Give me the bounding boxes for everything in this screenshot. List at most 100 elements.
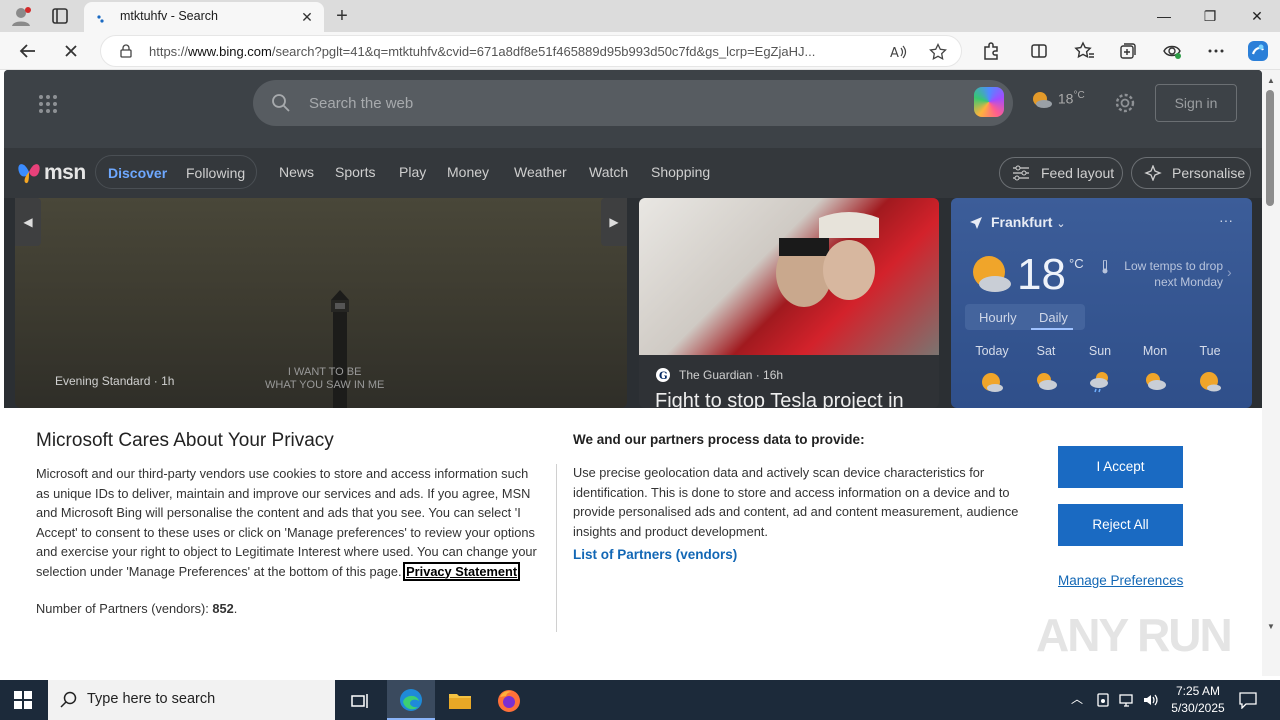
privacy-body-text: Microsoft and our third-party vendors us… [36, 466, 537, 579]
news-image [639, 198, 939, 355]
scroll-up-icon[interactable]: ▲ [1267, 76, 1275, 85]
thermometer-icon [1102, 260, 1108, 274]
personalise-button[interactable]: Personalise [1131, 157, 1251, 189]
card-headline[interactable]: Fight to stop Tesla project in [655, 390, 904, 408]
card-source[interactable]: The Guardian · 16h [679, 368, 783, 382]
split-screen-icon[interactable] [1026, 38, 1052, 64]
copilot-icon[interactable] [1245, 38, 1271, 64]
taskbar-clock[interactable]: 7:25 AM 5/30/2025 [1165, 683, 1231, 717]
accept-button[interactable]: I Accept [1058, 446, 1183, 488]
tab-following[interactable]: Following [186, 165, 245, 181]
device-icon[interactable] [1095, 692, 1111, 708]
rain-cloud-icon [1090, 372, 1108, 393]
page-scrollbar[interactable]: ▲ ▼ [1262, 70, 1280, 676]
notifications-icon[interactable] [1238, 691, 1258, 710]
svg-text:A: A [890, 46, 899, 61]
msn-butterfly-icon [18, 164, 40, 184]
feed-layout-button[interactable]: Feed layout [999, 157, 1123, 189]
windows-taskbar: Type here to search ︿ 7:25 AM 5/30/2025 [0, 680, 1280, 720]
nav-watch[interactable]: Watch [589, 164, 628, 180]
collections-icon[interactable] [1115, 38, 1141, 64]
svg-text:G: G [659, 371, 668, 382]
nav-weather[interactable]: Weather [514, 164, 567, 180]
tab-actions-icon[interactable] [48, 6, 72, 26]
nav-money[interactable]: Money [447, 164, 489, 180]
favorites-icon[interactable] [1071, 38, 1097, 64]
scrollbar-thumb[interactable] [1266, 90, 1274, 206]
url-text[interactable]: https://www.bing.com/search?pglt=41&q=mt… [149, 44, 879, 59]
sparkle-icon [1144, 165, 1162, 181]
extensions-icon[interactable] [978, 38, 1004, 64]
browser-tab-strip: mtktuhfv - Search ✕ + — ❐ ✕ [0, 0, 1280, 32]
privacy-statement-link[interactable]: Privacy Statement [403, 561, 521, 581]
read-aloud-icon[interactable]: A [889, 43, 907, 61]
reject-all-button[interactable]: Reject All [1058, 504, 1183, 546]
weather-city[interactable]: Frankfurt ⌄ [991, 214, 1066, 230]
taskbar-search[interactable]: Type here to search [48, 680, 335, 720]
hero-news-card[interactable]: I WANT TO BE WHAT YOU SAW IN ME Evening S… [15, 198, 627, 408]
weather-alert[interactable]: Low temps to drop next Monday [1115, 258, 1223, 290]
settings-gear-icon[interactable] [1114, 92, 1136, 114]
carousel-next-button[interactable]: ▶ [601, 198, 627, 246]
forecast-day-label: Today [975, 344, 1009, 358]
firefox-icon[interactable] [496, 688, 522, 714]
manage-preferences-link[interactable]: Manage Preferences [1058, 573, 1183, 588]
windows-start-icon[interactable] [14, 691, 32, 709]
task-view-icon[interactable] [347, 688, 373, 714]
sign-in-button[interactable]: Sign in [1155, 84, 1237, 122]
guardian-news-card[interactable]: G The Guardian · 16h Fight to stop Tesla… [639, 198, 939, 408]
lock-icon[interactable] [119, 44, 133, 58]
browser-essentials-icon[interactable] [1159, 38, 1185, 64]
back-icon[interactable] [15, 38, 41, 64]
scroll-down-icon[interactable]: ▼ [1267, 622, 1275, 631]
hero-source[interactable]: Evening Standard · 1h [55, 374, 174, 388]
more-menu-icon[interactable] [1203, 38, 1229, 64]
search-box[interactable]: Search the web [253, 80, 1013, 126]
nav-shopping[interactable]: Shopping [651, 164, 710, 180]
header-weather[interactable]: 18°C [1030, 90, 1085, 110]
search-placeholder[interactable]: Search the web [309, 95, 413, 112]
msn-logo[interactable]: msn [16, 158, 96, 186]
close-window-button[interactable]: ✕ [1234, 0, 1280, 32]
weather-more-icon[interactable]: ··· [1219, 212, 1233, 228]
edge-icon [400, 689, 422, 711]
tab-title: mtktuhfv - Search [120, 9, 218, 23]
tab-daily[interactable]: Daily [1039, 310, 1068, 325]
copilot-logo-icon[interactable] [974, 87, 1004, 117]
header-temp-unit: °C [1073, 90, 1085, 101]
favorite-star-icon[interactable] [929, 42, 947, 61]
weather-next-icon[interactable]: › [1227, 264, 1232, 280]
nav-news[interactable]: News [279, 164, 314, 180]
vendors-list-link[interactable]: List of Partners (vendors) [573, 547, 737, 562]
city-chevron-icon: ⌄ [1056, 218, 1066, 230]
address-bar[interactable]: https://www.bing.com/search?pglt=41&q=mt… [100, 35, 962, 67]
location-arrow-icon [970, 217, 982, 229]
stop-loading-icon[interactable] [58, 38, 84, 64]
restore-button[interactable]: ❐ [1187, 0, 1233, 32]
privacy-title: Microsoft Cares About Your Privacy [36, 430, 334, 451]
file-explorer-icon[interactable] [447, 688, 473, 714]
personalise-label: Personalise [1172, 165, 1246, 181]
new-tab-button[interactable]: + [332, 5, 352, 27]
minimize-button[interactable]: — [1141, 0, 1187, 32]
network-icon[interactable] [1118, 692, 1136, 708]
tab-hourly[interactable]: Hourly [979, 310, 1017, 325]
nav-sports[interactable]: Sports [335, 164, 375, 180]
header-temp: 18 [1057, 90, 1074, 107]
taskbar-search-placeholder[interactable]: Type here to search [87, 691, 215, 707]
apps-grid-icon[interactable] [38, 94, 58, 114]
carousel-prev-button[interactable]: ◀ [15, 198, 41, 246]
feed-toggle: Discover Following [95, 155, 257, 189]
tray-chevron-icon[interactable]: ︿ [1071, 690, 1083, 707]
edge-taskbar-button[interactable] [387, 680, 435, 720]
profile-icon[interactable] [10, 6, 32, 26]
tab-close-icon[interactable]: ✕ [298, 8, 316, 26]
nav-play[interactable]: Play [399, 164, 426, 180]
browser-tab[interactable]: mtktuhfv - Search ✕ [84, 2, 324, 32]
weather-temp: 18 [1017, 250, 1066, 299]
weather-card[interactable]: Frankfurt ⌄ ··· 18 °C Low temps to drop … [951, 198, 1252, 408]
search-icon [271, 93, 291, 113]
tab-discover[interactable]: Discover [108, 165, 167, 181]
weather-tabs: Hourly Daily [965, 304, 1085, 330]
volume-icon[interactable] [1142, 692, 1160, 708]
